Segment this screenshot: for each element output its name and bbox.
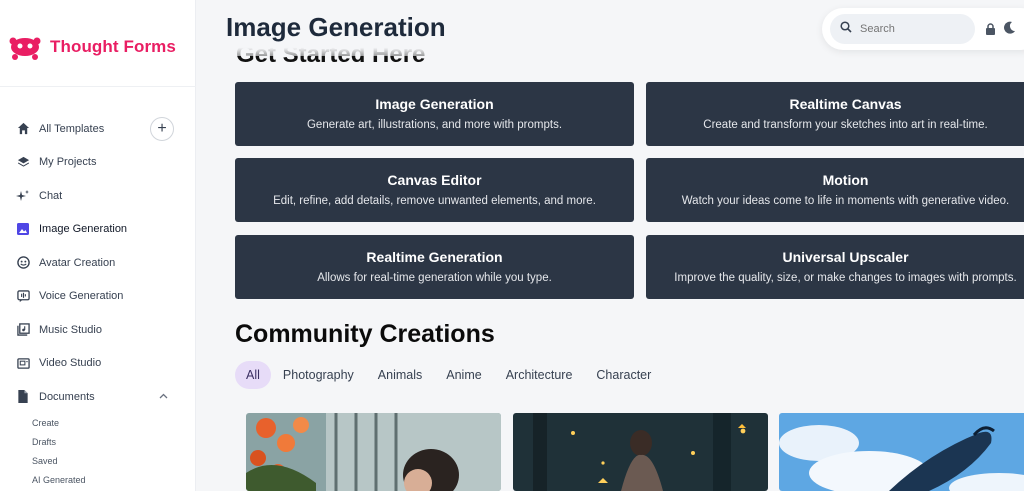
category-tabs: All Photography Animals Anime Architectu… xyxy=(235,361,663,389)
sidebar-item-documents[interactable]: Documents xyxy=(0,380,196,414)
community-image-roses-portrait[interactable] xyxy=(246,413,501,491)
sidebar-item-label: Avatar Creation xyxy=(39,256,116,269)
brand[interactable]: Thought Forms xyxy=(8,32,176,62)
tab-animals[interactable]: Animals xyxy=(366,361,434,389)
feature-card-universal-upscaler[interactable]: Universal Upscaler Improve the quality, … xyxy=(646,235,1024,299)
header-toolbar xyxy=(822,8,1024,50)
sidebar-nav: All Templates + My Projects Chat Image G… xyxy=(0,112,196,490)
video-icon xyxy=(16,356,30,370)
sidebar-item-label: Music Studio xyxy=(39,323,102,336)
card-description: Watch your ideas come to life in moments… xyxy=(681,195,1010,207)
sidebar-item-video-studio[interactable]: Video Studio xyxy=(0,347,196,381)
feature-card-canvas-editor[interactable]: Canvas Editor Edit, refine, add details,… xyxy=(235,158,634,222)
sidebar-item-label: Video Studio xyxy=(39,357,102,370)
sidebar-item-label: Image Generation xyxy=(39,223,128,236)
sidebar-item-label: All Templates xyxy=(39,122,105,135)
image-icon xyxy=(16,222,30,236)
brand-name: Thought Forms xyxy=(50,37,176,56)
documents-sub-saved[interactable]: Saved xyxy=(0,452,196,471)
feature-card-image-generation[interactable]: Image Generation Generate art, illustrat… xyxy=(235,82,634,146)
sidebar: Thought Forms All Templates + My Project… xyxy=(0,0,196,491)
sidebar-item-chat[interactable]: Chat xyxy=(0,179,196,213)
tab-anime[interactable]: Anime xyxy=(434,361,493,389)
sparkle-icon xyxy=(16,189,30,203)
feature-card-realtime-generation[interactable]: Realtime Generation Allows for real-time… xyxy=(235,235,634,299)
search-input[interactable] xyxy=(860,23,960,35)
sidebar-item-music-studio[interactable]: Music Studio xyxy=(0,313,196,347)
moon-icon[interactable] xyxy=(1004,21,1016,39)
card-title: Realtime Canvas xyxy=(789,96,902,112)
feature-card-realtime-canvas[interactable]: Realtime Canvas Create and transform you… xyxy=(646,82,1024,146)
brand-logo-icon xyxy=(8,32,42,62)
avatar-icon xyxy=(16,256,30,270)
page-title: Image Generation xyxy=(226,12,446,42)
tab-all[interactable]: All xyxy=(235,361,271,389)
add-template-button[interactable]: + xyxy=(150,117,174,141)
card-title: Universal Upscaler xyxy=(782,249,909,265)
tab-architecture[interactable]: Architecture xyxy=(494,361,585,389)
documents-sub-ai-generated[interactable]: AI Generated xyxy=(0,471,196,490)
layers-icon xyxy=(16,155,30,169)
sidebar-item-avatar-creation[interactable]: Avatar Creation xyxy=(0,246,196,280)
sidebar-item-voice-generation[interactable]: Voice Generation xyxy=(0,280,196,314)
card-description: Improve the quality, size, or make chang… xyxy=(674,272,1017,284)
search-icon xyxy=(840,20,852,38)
chevron-up-icon[interactable] xyxy=(159,391,168,402)
sidebar-item-my-projects[interactable]: My Projects xyxy=(0,146,196,180)
voice-icon xyxy=(16,289,30,303)
search-field[interactable] xyxy=(830,14,975,44)
community-title: Community Creations xyxy=(235,320,495,348)
sidebar-item-label: Documents xyxy=(39,390,95,403)
card-description: Allows for real-time generation while yo… xyxy=(317,272,552,284)
card-description: Generate art, illustrations, and more wi… xyxy=(306,119,563,131)
sidebar-item-image-generation[interactable]: Image Generation xyxy=(0,213,196,247)
sidebar-item-all-templates[interactable]: All Templates + xyxy=(0,112,196,146)
music-icon xyxy=(16,323,30,337)
header-fade xyxy=(210,42,480,56)
sidebar-item-label: Chat xyxy=(39,189,63,202)
card-title: Image Generation xyxy=(375,96,494,112)
feature-card-motion[interactable]: Motion Watch your ideas come to life in … xyxy=(646,158,1024,222)
document-icon xyxy=(16,390,30,404)
sidebar-item-label: My Projects xyxy=(39,156,97,169)
community-image-forest-woman[interactable] xyxy=(513,413,768,491)
lock-icon[interactable] xyxy=(985,22,996,40)
card-title: Realtime Generation xyxy=(366,249,503,265)
card-description: Edit, refine, add details, remove unwant… xyxy=(273,195,596,207)
tab-photography[interactable]: Photography xyxy=(271,361,366,389)
sidebar-item-label: Voice Generation xyxy=(39,290,124,303)
documents-sub-drafts[interactable]: Drafts xyxy=(0,433,196,452)
documents-sub-create[interactable]: Create xyxy=(0,414,196,433)
home-icon xyxy=(16,122,30,136)
divider xyxy=(0,86,196,87)
community-image-flying-whale[interactable] xyxy=(779,413,1024,491)
tab-character[interactable]: Character xyxy=(584,361,663,389)
card-title: Canvas Editor xyxy=(387,172,482,188)
card-title: Motion xyxy=(822,172,869,188)
card-description: Create and transform your sketches into … xyxy=(703,119,988,131)
